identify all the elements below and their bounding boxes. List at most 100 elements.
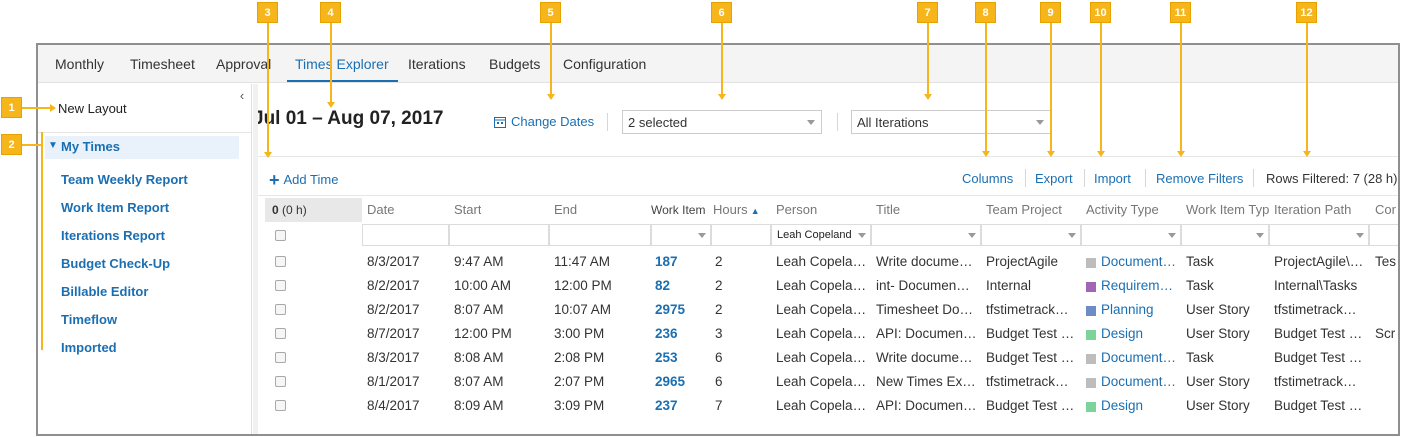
sidebar-item-billable-editor[interactable]: Billable Editor: [61, 284, 148, 299]
callout-leader: [22, 144, 43, 146]
cell-date: 8/2/2017: [367, 278, 420, 293]
remove-filters-button[interactable]: Remove Filters: [1156, 171, 1243, 186]
cell-person: Leah Copela…: [776, 254, 867, 269]
export-button[interactable]: Export: [1035, 171, 1073, 186]
cell-start: 9:47 AM: [454, 254, 504, 269]
sidebar-item-my-times[interactable]: ▼ My Times: [45, 136, 239, 159]
cell-work-item-link[interactable]: 253: [655, 350, 678, 365]
cell-team-project: Budget Test …: [986, 326, 1075, 341]
columns-button[interactable]: Columns: [962, 171, 1013, 186]
column-header-person[interactable]: Person: [776, 202, 817, 217]
new-layout-link[interactable]: New Layout: [58, 101, 127, 116]
sidebar-item-budget-check-up[interactable]: Budget Check-Up: [61, 256, 170, 271]
main-content: Jul 01 – Aug 07, 2017 Change Dates 2 sel…: [253, 84, 1398, 434]
arrow-down-icon: [924, 94, 932, 100]
cell-work-item-link[interactable]: 2975: [655, 302, 685, 317]
change-dates-button[interactable]: Change Dates: [494, 114, 594, 129]
activity-color-swatch: [1086, 378, 1096, 388]
tab-monthly[interactable]: Monthly: [55, 56, 104, 72]
cell-team-project: Budget Test …: [986, 350, 1075, 365]
column-header-team-project[interactable]: Team Project: [986, 202, 1062, 217]
tab-times-explorer[interactable]: Times Explorer: [295, 56, 389, 72]
callout-badge-11: 11: [1170, 2, 1191, 23]
callout-leader: [1100, 23, 1102, 151]
row-checkbox[interactable]: [275, 376, 286, 387]
row-checkbox[interactable]: [275, 256, 286, 267]
cell-title: API: Documen…: [876, 326, 977, 341]
cell-work-item-link[interactable]: 2965: [655, 374, 685, 389]
column-header-work-item-type[interactable]: Work Item Typ: [1186, 202, 1272, 217]
caret-down-icon: [807, 120, 815, 125]
tab-timesheet[interactable]: Timesheet: [130, 56, 195, 72]
column-header-end[interactable]: End: [554, 202, 577, 217]
times-explorer-app: Monthly Timesheet Approval Times Explore…: [36, 43, 1400, 436]
cell-comments: Scr: [1375, 326, 1396, 341]
sidebar-item-imported[interactable]: Imported: [61, 340, 117, 355]
row-checkbox[interactable]: [275, 400, 286, 411]
person-filter-value: Leah Copeland: [777, 229, 852, 241]
callout-badge-8: 8: [975, 2, 996, 23]
column-header-date[interactable]: Date: [367, 202, 394, 217]
work-item-filter[interactable]: [651, 224, 711, 246]
tab-approval[interactable]: Approval: [216, 56, 271, 72]
cell-end: 12:00 PM: [554, 278, 612, 293]
row-checkbox[interactable]: [275, 352, 286, 363]
row-checkbox[interactable]: [275, 304, 286, 315]
cell-start: 12:00 PM: [454, 326, 512, 341]
column-header-hours[interactable]: Hours ▲: [713, 202, 760, 217]
callout-badge-5: 5: [540, 2, 561, 23]
sidebar-item-iterations-report[interactable]: Iterations Report: [61, 228, 165, 243]
cell-activity-type: Document…: [1101, 254, 1177, 269]
caret-down-icon: [1168, 233, 1176, 238]
date-filter[interactable]: [362, 224, 449, 246]
sidebar-item-work-item-report[interactable]: Work Item Report: [61, 200, 169, 215]
people-filter-select[interactable]: 2 selected: [622, 110, 822, 134]
select-all-checkbox[interactable]: [275, 230, 286, 241]
start-filter[interactable]: [449, 224, 549, 246]
cell-work-item-link[interactable]: 236: [655, 326, 678, 341]
cell-start: 8:09 AM: [454, 398, 504, 413]
cell-end: 2:07 PM: [554, 374, 605, 389]
activity-type-filter[interactable]: [1081, 224, 1181, 246]
tab-configuration[interactable]: Configuration: [563, 56, 646, 72]
row-checkbox[interactable]: [275, 280, 286, 291]
callout-leader: [267, 23, 269, 152]
cell-work-item-link[interactable]: 82: [655, 278, 670, 293]
rows-filtered-status: Rows Filtered: 7 (28 h): [1266, 171, 1398, 186]
column-header-iteration-path[interactable]: Iteration Path: [1274, 202, 1351, 217]
sidebar-item-timeflow[interactable]: Timeflow: [61, 312, 117, 327]
column-header-work-item[interactable]: Work Item: [651, 203, 705, 217]
sidebar-item-label: My Times: [61, 139, 121, 154]
callout-leader: [22, 107, 50, 109]
iteration-filter-select[interactable]: All Iterations: [851, 110, 1051, 134]
caret-down-icon: [1036, 120, 1044, 125]
iteration-path-filter[interactable]: [1269, 224, 1369, 246]
comments-filter[interactable]: [1369, 224, 1398, 246]
row-checkbox[interactable]: [275, 328, 286, 339]
cell-work-item-link[interactable]: 237: [655, 398, 678, 413]
column-header-comments[interactable]: Cor: [1375, 202, 1398, 217]
column-header-activity-type[interactable]: Activity Type: [1086, 202, 1159, 217]
section-divider: [258, 156, 1398, 157]
arrow-down-icon: [547, 94, 555, 100]
column-header-start[interactable]: Start: [454, 202, 481, 217]
end-filter[interactable]: [549, 224, 651, 246]
import-button[interactable]: Import: [1094, 171, 1131, 186]
title-filter[interactable]: [871, 224, 981, 246]
cell-activity-type: Design: [1101, 398, 1144, 413]
team-project-filter[interactable]: [981, 224, 1081, 246]
chevron-left-icon[interactable]: ‹: [235, 88, 249, 104]
tab-iterations[interactable]: Iterations: [408, 56, 466, 72]
sidebar: ‹ New Layout ▼ My Times Team Weekly Repo…: [38, 84, 252, 434]
tab-budgets[interactable]: Budgets: [489, 56, 540, 72]
cell-work-item-link[interactable]: 187: [655, 254, 678, 269]
cell-title: New Times Ex…: [876, 374, 976, 389]
cell-comments: Tes: [1375, 254, 1397, 269]
column-header-title[interactable]: Title: [876, 202, 900, 217]
sidebar-item-team-weekly-report[interactable]: Team Weekly Report: [61, 172, 188, 187]
hours-filter[interactable]: [711, 224, 771, 246]
person-filter[interactable]: Leah Copeland: [771, 224, 871, 246]
cell-hours: 3: [715, 326, 723, 341]
work-item-type-filter[interactable]: [1181, 224, 1269, 246]
add-time-button[interactable]: + Add Time: [269, 170, 338, 191]
